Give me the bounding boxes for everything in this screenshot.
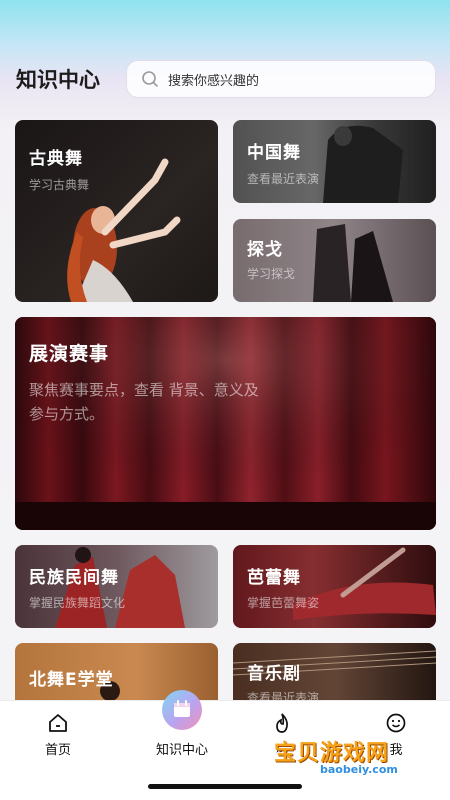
header: 知识中心 搜索你感兴趣的 [0, 58, 450, 102]
search-placeholder: 搜索你感兴趣的 [168, 73, 260, 89]
calendar-icon [174, 700, 190, 717]
card-subtitle-line2: 参与方式。 [29, 405, 105, 423]
card-title: 展演赛事 [29, 343, 110, 365]
card-subtitle: 学习古典舞 [29, 178, 90, 192]
smile-icon [386, 713, 406, 733]
card-title: 探戈 [247, 240, 283, 260]
card-subtitle: 查看最近表演 [247, 172, 320, 186]
card-chinese-dance[interactable]: 中国舞 查看最近表演 [233, 120, 436, 203]
card-subtitle: 学习探戈 [247, 267, 296, 281]
tab-label: 知识中心 [155, 743, 208, 758]
card-subtitle: 掌握芭蕾舞姿 [247, 596, 320, 610]
card-title: 民族民间舞 [29, 568, 119, 588]
page-title: 知识中心 [16, 68, 100, 92]
card-title: 芭蕾舞 [247, 568, 301, 588]
card-subtitle-line1: 聚焦赛事要点，查看 背景、意义及 [29, 381, 259, 399]
card-performances-competitions[interactable]: 展演赛事 聚焦赛事要点，查看 背景、意义及 参与方式。 [15, 317, 436, 530]
card-ballet[interactable]: 芭蕾舞 掌握芭蕾舞姿 [233, 545, 436, 628]
card-tango[interactable]: 探戈 学习探戈 [233, 219, 436, 302]
search-bar[interactable]: 搜索你感兴趣的 [126, 60, 436, 98]
card-title: 音乐剧 [247, 664, 301, 684]
card-title: 北舞E学堂 [29, 670, 114, 690]
knowledge-center-active-bubble[interactable] [162, 690, 202, 730]
tab-label: 首页 [44, 743, 71, 758]
search-icon [142, 71, 158, 87]
home-icon [49, 714, 67, 732]
card-title: 中国舞 [247, 143, 301, 163]
card-subtitle: 掌握民族舞蹈文化 [29, 596, 126, 610]
watermark-url: baobeiy.com [320, 763, 398, 776]
dancer-photo [233, 219, 436, 302]
card-title: 古典舞 [29, 149, 83, 169]
home-indicator [148, 784, 302, 789]
fire-icon [276, 713, 288, 733]
card-classical-dance[interactable]: 古典舞 学习古典舞 [15, 120, 218, 302]
card-folk-dance[interactable]: 民族民间舞 掌握民族舞蹈文化 [15, 545, 218, 628]
tab-home[interactable]: 首页 [2, 701, 114, 771]
